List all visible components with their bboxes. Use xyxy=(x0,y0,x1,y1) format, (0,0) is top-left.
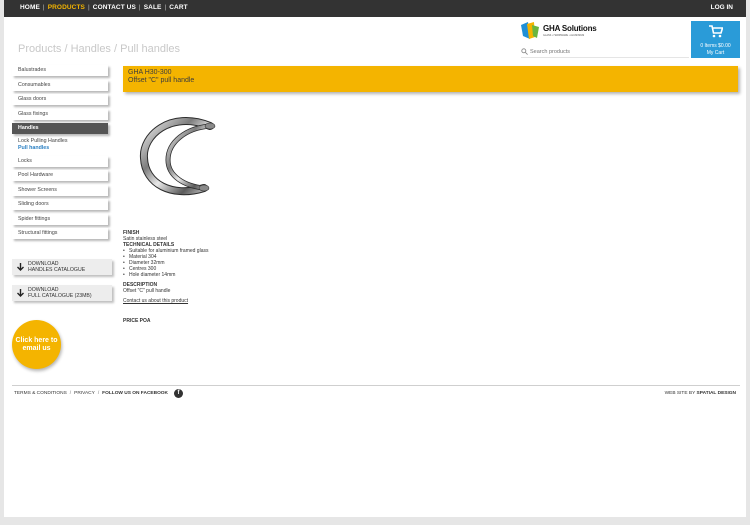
product-details: FINISH Satin stainless steel TECHNICAL D… xyxy=(123,230,523,324)
footer-divider xyxy=(12,385,740,386)
email-us-label: Click here to email us xyxy=(15,337,57,353)
terms-link[interactable]: TERMS & CONDITIONS xyxy=(12,391,69,396)
sidebar-item-locks[interactable]: Locks xyxy=(12,155,108,167)
nav-home[interactable]: HOME xyxy=(17,4,43,11)
email-us-line2: email us xyxy=(22,344,51,352)
sidebar-item-shower-screens[interactable]: Shower Screens xyxy=(12,184,108,196)
mini-cart[interactable]: 0 Items $0.00 My Cart xyxy=(691,21,740,58)
download-label: DOWNLOAD HANDLES CATALOGUE xyxy=(28,261,85,273)
download-full-catalogue-button[interactable]: DOWNLOAD FULL CATALOGUE (23MB) xyxy=(12,285,112,301)
login-link[interactable]: LOG IN xyxy=(711,4,733,11)
logo-mark-icon xyxy=(521,22,539,39)
top-nav: HOME | PRODUCTS | CONTACT US | SALE | CA… xyxy=(17,4,191,11)
technical-details-list: Suitable for aluminium framed glass Mate… xyxy=(123,248,523,278)
sidebar-subitems: Lock Pulling Handles Pull handles xyxy=(12,138,113,152)
search-input[interactable] xyxy=(530,46,680,57)
sidebar-item-balustrades[interactable]: Balustrades xyxy=(12,65,108,76)
credit-name: SPATIAL DESIGN xyxy=(696,391,736,396)
price-label: PRICE POA xyxy=(123,318,151,324)
download-label-line2: HANDLES CATALOGUE xyxy=(28,267,86,273)
footer-credit[interactable]: WEB SITE BY SPATIAL DESIGN xyxy=(665,391,736,396)
search-icon xyxy=(521,48,528,55)
sidebar-subitem-lock-pulling-handles[interactable]: Lock Pulling Handles xyxy=(12,138,113,145)
cart-label: My Cart xyxy=(706,50,725,56)
download-arrow-icon xyxy=(17,289,24,297)
privacy-link[interactable]: PRIVACY xyxy=(72,391,97,396)
sidebar-item-structural-fittings[interactable]: Structural fittings xyxy=(12,228,108,239)
breadcrumb: Products / Handles / Pull handles xyxy=(18,43,181,55)
nav-contact-us[interactable]: CONTACT US xyxy=(90,4,139,11)
logo-subtitle: GLASS • HARDWARE • ALUMINIUM xyxy=(543,34,585,37)
product-code: GHA H30-300 xyxy=(128,69,172,76)
page: HOME | PRODUCTS | CONTACT US | SALE | CA… xyxy=(4,0,746,517)
sidebar-item-handles[interactable]: Handles xyxy=(12,123,108,134)
cart-info: 0 Items $0.00 xyxy=(700,43,731,49)
sidebar-item-sliding-doors[interactable]: Sliding doors xyxy=(12,199,108,210)
sidebar-item-glass-doors[interactable]: Glass doors xyxy=(12,94,108,105)
footer-links: TERMS & CONDITIONS / PRIVACY / FOLLOW US… xyxy=(12,389,183,398)
download-handles-catalogue-button[interactable]: DOWNLOAD HANDLES CATALOGUE xyxy=(12,259,112,275)
category-sidebar: Balustrades Consumables Glass doors Glas… xyxy=(12,65,113,243)
product-name: Offset "C" pull handle xyxy=(128,77,195,84)
email-us-button[interactable]: Click here to email us xyxy=(12,320,61,369)
product-title-banner: GHA H30-300 Offset "C" pull handle xyxy=(123,66,738,92)
logo-title: GHA Solutions xyxy=(543,24,597,33)
sidebar-subitem-pull-handles[interactable]: Pull handles xyxy=(12,145,113,152)
top-nav-bar: HOME | PRODUCTS | CONTACT US | SALE | CA… xyxy=(4,0,746,17)
nav-cart[interactable]: CART xyxy=(166,4,190,11)
product-image[interactable] xyxy=(128,104,226,208)
nav-products[interactable]: PRODUCTS xyxy=(45,4,88,11)
credit-prefix: WEB SITE BY xyxy=(664,391,696,396)
facebook-link[interactable]: FOLLOW US ON FACEBOOK xyxy=(100,391,170,396)
search-box xyxy=(521,45,689,58)
sidebar-item-spider-fittings[interactable]: Spider fittings xyxy=(12,213,108,225)
contact-about-product-link[interactable]: Contact us about this product xyxy=(123,298,188,304)
download-label: DOWNLOAD FULL CATALOGUE (23MB) xyxy=(28,287,92,299)
download-arrow-icon xyxy=(17,263,24,271)
nav-sale[interactable]: SALE xyxy=(141,4,165,11)
sidebar-item-glass-fixings[interactable]: Glass fixings xyxy=(12,108,108,120)
facebook-icon[interactable]: f xyxy=(174,389,183,398)
email-us-line1: Click here to xyxy=(15,336,58,344)
logo[interactable]: GHA Solutions GLASS • HARDWARE • ALUMINI… xyxy=(521,22,601,39)
cart-icon xyxy=(709,25,723,38)
sidebar-item-pool-hardware[interactable]: Pool Hardware xyxy=(12,170,108,181)
sidebar-item-consumables[interactable]: Consumables xyxy=(12,79,108,91)
list-item: Hole diameter 14mm xyxy=(123,272,523,278)
download-label-line2: FULL CATALOGUE (23MB) xyxy=(28,293,92,299)
